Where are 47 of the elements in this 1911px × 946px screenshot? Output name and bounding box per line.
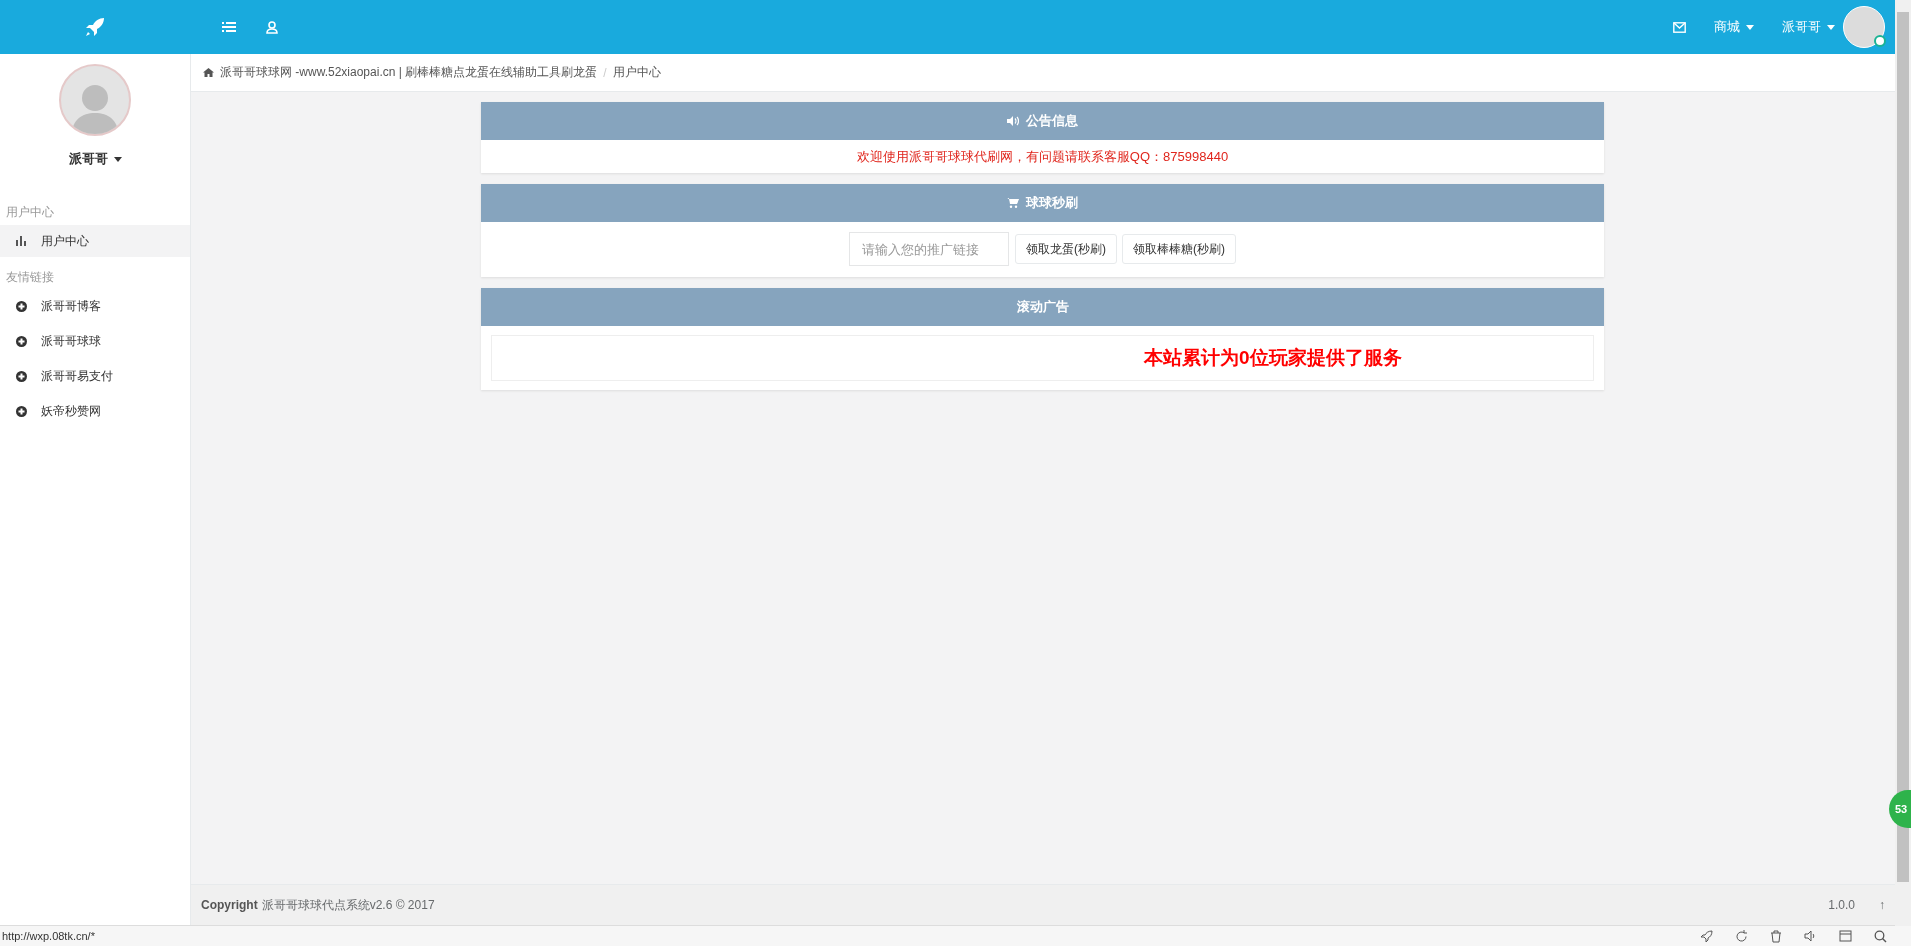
sidebar-section-title: 友情链接 [5, 269, 55, 286]
plus-circle-icon [16, 405, 27, 417]
rocket-icon[interactable] [1700, 929, 1713, 943]
plus-circle-icon [16, 300, 27, 312]
window-icon[interactable] [1839, 929, 1852, 942]
sidebar-item[interactable]: 派哥哥博客 [0, 290, 190, 322]
copyright-label: Copyright [201, 898, 258, 912]
caret-icon [1827, 24, 1835, 30]
sidebar-item[interactable]: 用户中心 [0, 225, 190, 257]
breadcrumb-current: 用户中心 [612, 64, 661, 81]
panel-title: 球球秒刷 [1026, 194, 1078, 212]
home-icon [203, 68, 214, 77]
status-url: http://wxp.08tk.cn/* [2, 930, 95, 942]
speaker-icon [1007, 116, 1019, 126]
breadcrumb-link[interactable]: 派哥哥球球网 -www.52xiaopai.cn | 刷棒棒糖点龙蛋在线辅助工具刷龙蛋 [220, 64, 598, 81]
user-name-dropdown[interactable]: 派哥哥 [68, 150, 122, 168]
notice-text: 欢迎使用派哥哥球球代刷网，有问题请联系客服QQ：875998440 [856, 149, 1229, 164]
avatar[interactable] [1843, 6, 1885, 48]
copyright-text: 派哥哥球球代点系统v2.6 © 2017 [261, 896, 435, 914]
user-icon[interactable] [266, 20, 278, 34]
version-text: 1.0.0 [1828, 898, 1855, 912]
caret-icon [113, 156, 122, 162]
trash-icon[interactable] [1770, 929, 1782, 943]
promo-link-input[interactable]: 请输入您的推广链接 [849, 232, 1009, 266]
panel-title: 滚动广告 [1016, 298, 1069, 316]
back-to-top-button[interactable]: ↑ [1879, 898, 1885, 912]
online-status-dot [1874, 35, 1886, 47]
marquee-text: 本站累计为0位玩家提供了服务 [1144, 346, 1402, 370]
sidebar-section-title: 用户中心 [5, 204, 55, 221]
refresh-icon[interactable] [1735, 929, 1748, 943]
bar-chart-icon [16, 236, 27, 246]
sidebar-item[interactable]: 派哥哥球球 [0, 325, 190, 357]
plus-circle-icon [16, 370, 27, 382]
caret-icon [1746, 24, 1754, 30]
panel-title: 公告信息 [1026, 112, 1078, 130]
claim-button[interactable]: 领取龙蛋(秒刷) [1015, 234, 1117, 264]
search-icon[interactable] [1874, 929, 1887, 943]
speaker-icon[interactable] [1804, 929, 1817, 942]
breadcrumb-separator: / [603, 65, 607, 80]
mail-icon[interactable] [1673, 21, 1686, 33]
menu-icon[interactable] [222, 20, 236, 33]
plus-circle-icon [16, 335, 27, 347]
sidebar-item[interactable]: 妖帝秒赞网 [0, 395, 190, 427]
claim-button[interactable]: 领取棒棒糖(秒刷) [1122, 234, 1236, 264]
cart-icon [1007, 198, 1019, 208]
sidebar-item[interactable]: 派哥哥易支付 [0, 360, 190, 392]
scrollbar[interactable] [1895, 0, 1911, 926]
